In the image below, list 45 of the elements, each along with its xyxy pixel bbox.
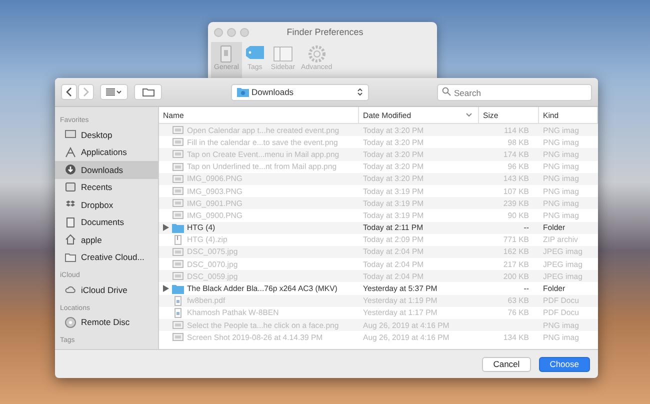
view-options-button[interactable] [100,84,128,100]
folder-icon [65,252,76,263]
image-file-icon [172,332,184,342]
monitor-icon [65,129,76,140]
new-folder-button[interactable] [134,84,162,100]
sidebar-item[interactable]: Remote Disc [55,314,158,331]
gear-icon [306,45,327,63]
house-icon [65,234,76,246]
app-icon [65,146,76,158]
window-title: Finder Preferences [286,27,364,37]
list-view-icon [106,88,122,96]
location-dropdown[interactable]: Downloads [230,84,368,100]
disclosure-triangle-icon[interactable] [163,285,169,292]
sidebar-item[interactable]: Documents [55,214,158,231]
search-icon [442,86,451,96]
sidebar-item[interactable]: iCloud Drive [55,281,158,298]
image-file-icon [172,162,184,172]
sidebar-item[interactable]: apple [55,231,158,248]
choose-button[interactable]: Choose [538,356,590,372]
disc-icon [65,316,76,328]
search-field[interactable]: Search [437,84,592,102]
cloud-icon [65,284,76,296]
chevron-right-icon [83,87,89,97]
chevron-left-icon [66,87,72,97]
back-button[interactable] [61,84,77,100]
sort-caret-icon [466,113,472,117]
sidebar-item[interactable]: Desktop [55,126,158,144]
sidebar-item[interactable]: Applications [55,144,158,161]
document-icon [65,216,76,228]
disclosure-triangle-icon[interactable] [163,224,169,232]
sidebar-item[interactable]: Creative Cloud... [55,248,158,266]
sidebar-item[interactable]: Downloads [55,161,158,178]
folder-download-icon [236,87,248,97]
image-file-icon [172,210,184,220]
sidebar-icon [272,45,293,63]
image-file-icon [172,186,184,196]
folder-icon [142,87,154,97]
cancel-button[interactable]: Cancel [482,356,531,372]
download-icon [65,164,76,176]
sidebar-item[interactable]: Dropbox [55,196,158,214]
image-file-icon [172,137,184,148]
folder-icon [172,222,184,233]
sidebar-item[interactable]: Recents [55,178,158,196]
stepper-icon [356,87,362,97]
image-file-icon [172,259,184,270]
